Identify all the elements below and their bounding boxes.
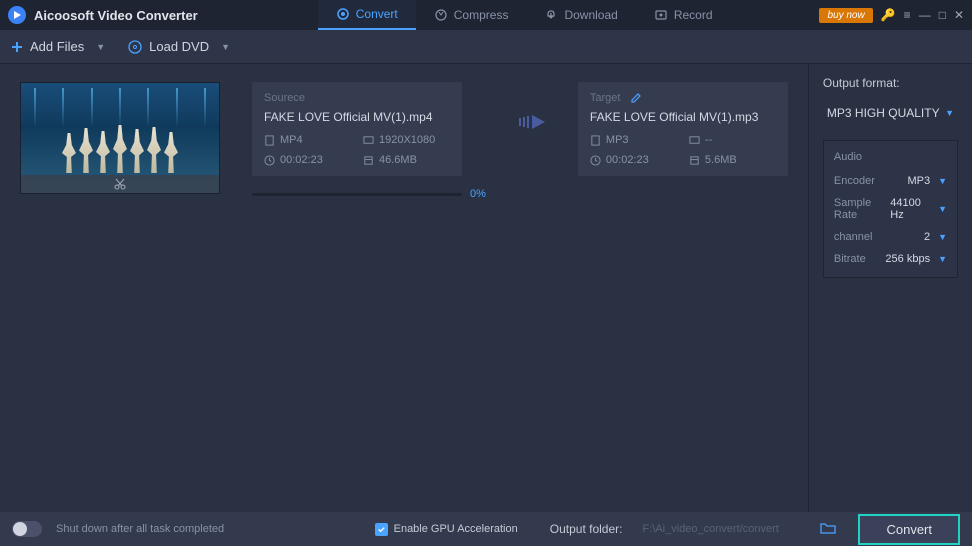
output-format-label: Output format: bbox=[823, 76, 958, 90]
source-format: MP4 bbox=[264, 134, 351, 146]
source-resolution: 1920X1080 bbox=[363, 134, 450, 146]
folder-icon bbox=[820, 521, 836, 535]
chevron-down-icon: ▼ bbox=[938, 176, 947, 186]
footer: Shut down after all task completed Enabl… bbox=[0, 512, 972, 546]
tab-convert[interactable]: Convert bbox=[318, 0, 416, 30]
menu-icon[interactable]: ≡ bbox=[904, 8, 911, 22]
main-area: Sourece FAKE LOVE Official MV(1).mp4 MP4… bbox=[0, 64, 972, 512]
tab-record[interactable]: Record bbox=[636, 0, 731, 30]
plus-icon bbox=[10, 40, 24, 54]
title-bar: Aicoosoft Video Converter Convert Compre… bbox=[0, 0, 972, 30]
tab-label: Record bbox=[674, 8, 713, 22]
toggle-knob bbox=[13, 522, 27, 536]
load-dvd-label: Load DVD bbox=[149, 39, 209, 54]
record-icon bbox=[654, 8, 668, 22]
target-duration: 00:02:23 bbox=[590, 154, 677, 166]
target-filename: FAKE LOVE Official MV(1).mp3 bbox=[590, 110, 776, 124]
tab-label: Compress bbox=[454, 8, 509, 22]
clock-icon bbox=[590, 155, 601, 166]
target-resolution: -- bbox=[689, 134, 776, 146]
shutdown-toggle[interactable] bbox=[12, 521, 42, 537]
channel-field[interactable]: channel 2▼ bbox=[834, 231, 947, 243]
thumbnail-column bbox=[20, 82, 236, 206]
size-icon bbox=[363, 155, 374, 166]
gpu-label: Enable GPU Acceleration bbox=[394, 523, 518, 535]
source-filename: FAKE LOVE Official MV(1).mp4 bbox=[264, 110, 450, 124]
check-icon bbox=[377, 525, 386, 534]
progress-container: 0% bbox=[252, 188, 486, 200]
minimize-icon[interactable]: — bbox=[919, 8, 931, 22]
tab-download[interactable]: Download bbox=[526, 0, 635, 30]
tab-label: Convert bbox=[356, 7, 398, 21]
add-files-button[interactable]: Add Files bbox=[10, 39, 84, 54]
file-icon bbox=[264, 135, 275, 146]
gpu-block: Enable GPU Acceleration bbox=[375, 523, 518, 536]
tab-label: Download bbox=[564, 8, 617, 22]
output-format-value: MP3 HIGH QUALITY bbox=[827, 106, 940, 120]
load-dvd-dropdown[interactable]: ▼ bbox=[221, 42, 230, 52]
edit-target-icon[interactable] bbox=[630, 92, 642, 104]
add-files-label: Add Files bbox=[30, 39, 84, 54]
bitrate-field[interactable]: Bitrate 256 kbps▼ bbox=[834, 253, 947, 265]
resolution-icon bbox=[689, 135, 700, 146]
progress-percent: 0% bbox=[470, 188, 486, 200]
chevron-down-icon: ▼ bbox=[945, 108, 954, 118]
audio-panel-title: Audio bbox=[834, 151, 947, 163]
scissors-icon bbox=[113, 177, 127, 191]
key-icon[interactable]: 🔑 bbox=[881, 8, 896, 22]
file-icon bbox=[590, 135, 601, 146]
video-thumbnail[interactable] bbox=[20, 82, 220, 194]
close-icon[interactable]: ✕ bbox=[954, 8, 964, 22]
tab-compress[interactable]: Compress bbox=[416, 0, 527, 30]
source-duration: 00:02:23 bbox=[264, 154, 351, 166]
file-row: Sourece FAKE LOVE Official MV(1).mp4 MP4… bbox=[20, 82, 788, 206]
shutdown-label: Shut down after all task completed bbox=[56, 523, 224, 535]
source-column: Sourece FAKE LOVE Official MV(1).mp4 MP4… bbox=[252, 82, 486, 200]
source-title: Sourece bbox=[264, 92, 450, 104]
chevron-down-icon: ▼ bbox=[938, 232, 947, 242]
arrow-right-icon bbox=[517, 112, 547, 132]
content-area: Sourece FAKE LOVE Official MV(1).mp4 MP4… bbox=[0, 64, 808, 512]
buy-now-button[interactable]: buy now bbox=[819, 8, 872, 23]
compress-icon bbox=[434, 8, 448, 22]
source-card: Sourece FAKE LOVE Official MV(1).mp4 MP4… bbox=[252, 82, 462, 176]
clock-icon bbox=[264, 155, 275, 166]
output-sidebar: Output format: MP3 HIGH QUALITY ▼ Audio … bbox=[808, 64, 972, 512]
dvd-icon bbox=[127, 39, 143, 55]
download-icon bbox=[544, 8, 558, 22]
size-icon bbox=[689, 155, 700, 166]
chevron-down-icon: ▼ bbox=[938, 254, 947, 264]
maximize-icon[interactable]: □ bbox=[939, 8, 946, 22]
output-folder-path: F:\Ai_video_convert/convert bbox=[636, 519, 806, 539]
app-logo bbox=[8, 6, 26, 24]
window-controls: buy now 🔑 ≡ — □ ✕ bbox=[819, 8, 964, 23]
app-title: Aicoosoft Video Converter bbox=[34, 8, 198, 23]
convert-icon bbox=[336, 7, 350, 21]
audio-settings-panel: Audio Encoder MP3▼ Sample Rate 44100 Hz▼… bbox=[823, 140, 958, 278]
gpu-checkbox[interactable] bbox=[375, 523, 388, 536]
tabs-container: Convert Compress Download Record bbox=[318, 0, 731, 30]
browse-folder-button[interactable] bbox=[820, 521, 836, 538]
convert-button[interactable]: Convert bbox=[858, 514, 960, 545]
sample-rate-field[interactable]: Sample Rate 44100 Hz▼ bbox=[834, 197, 947, 221]
progress-bar bbox=[252, 193, 462, 196]
target-title: Target bbox=[590, 92, 621, 104]
target-size: 5.6MB bbox=[689, 154, 776, 166]
conversion-arrow bbox=[502, 82, 562, 132]
thumb-edit-bar[interactable] bbox=[21, 175, 219, 193]
chevron-down-icon: ▼ bbox=[938, 204, 947, 214]
source-size: 46.6MB bbox=[363, 154, 450, 166]
target-format: MP3 bbox=[590, 134, 677, 146]
load-dvd-button[interactable]: Load DVD bbox=[127, 39, 209, 55]
output-folder-label: Output folder: bbox=[550, 522, 623, 536]
toolbar: Add Files ▼ Load DVD ▼ bbox=[0, 30, 972, 64]
output-format-selector[interactable]: MP3 HIGH QUALITY ▼ bbox=[823, 100, 958, 126]
encoder-field[interactable]: Encoder MP3▼ bbox=[834, 175, 947, 187]
add-files-dropdown[interactable]: ▼ bbox=[96, 42, 105, 52]
resolution-icon bbox=[363, 135, 374, 146]
target-card: Target FAKE LOVE Official MV(1).mp3 MP3 … bbox=[578, 82, 788, 176]
